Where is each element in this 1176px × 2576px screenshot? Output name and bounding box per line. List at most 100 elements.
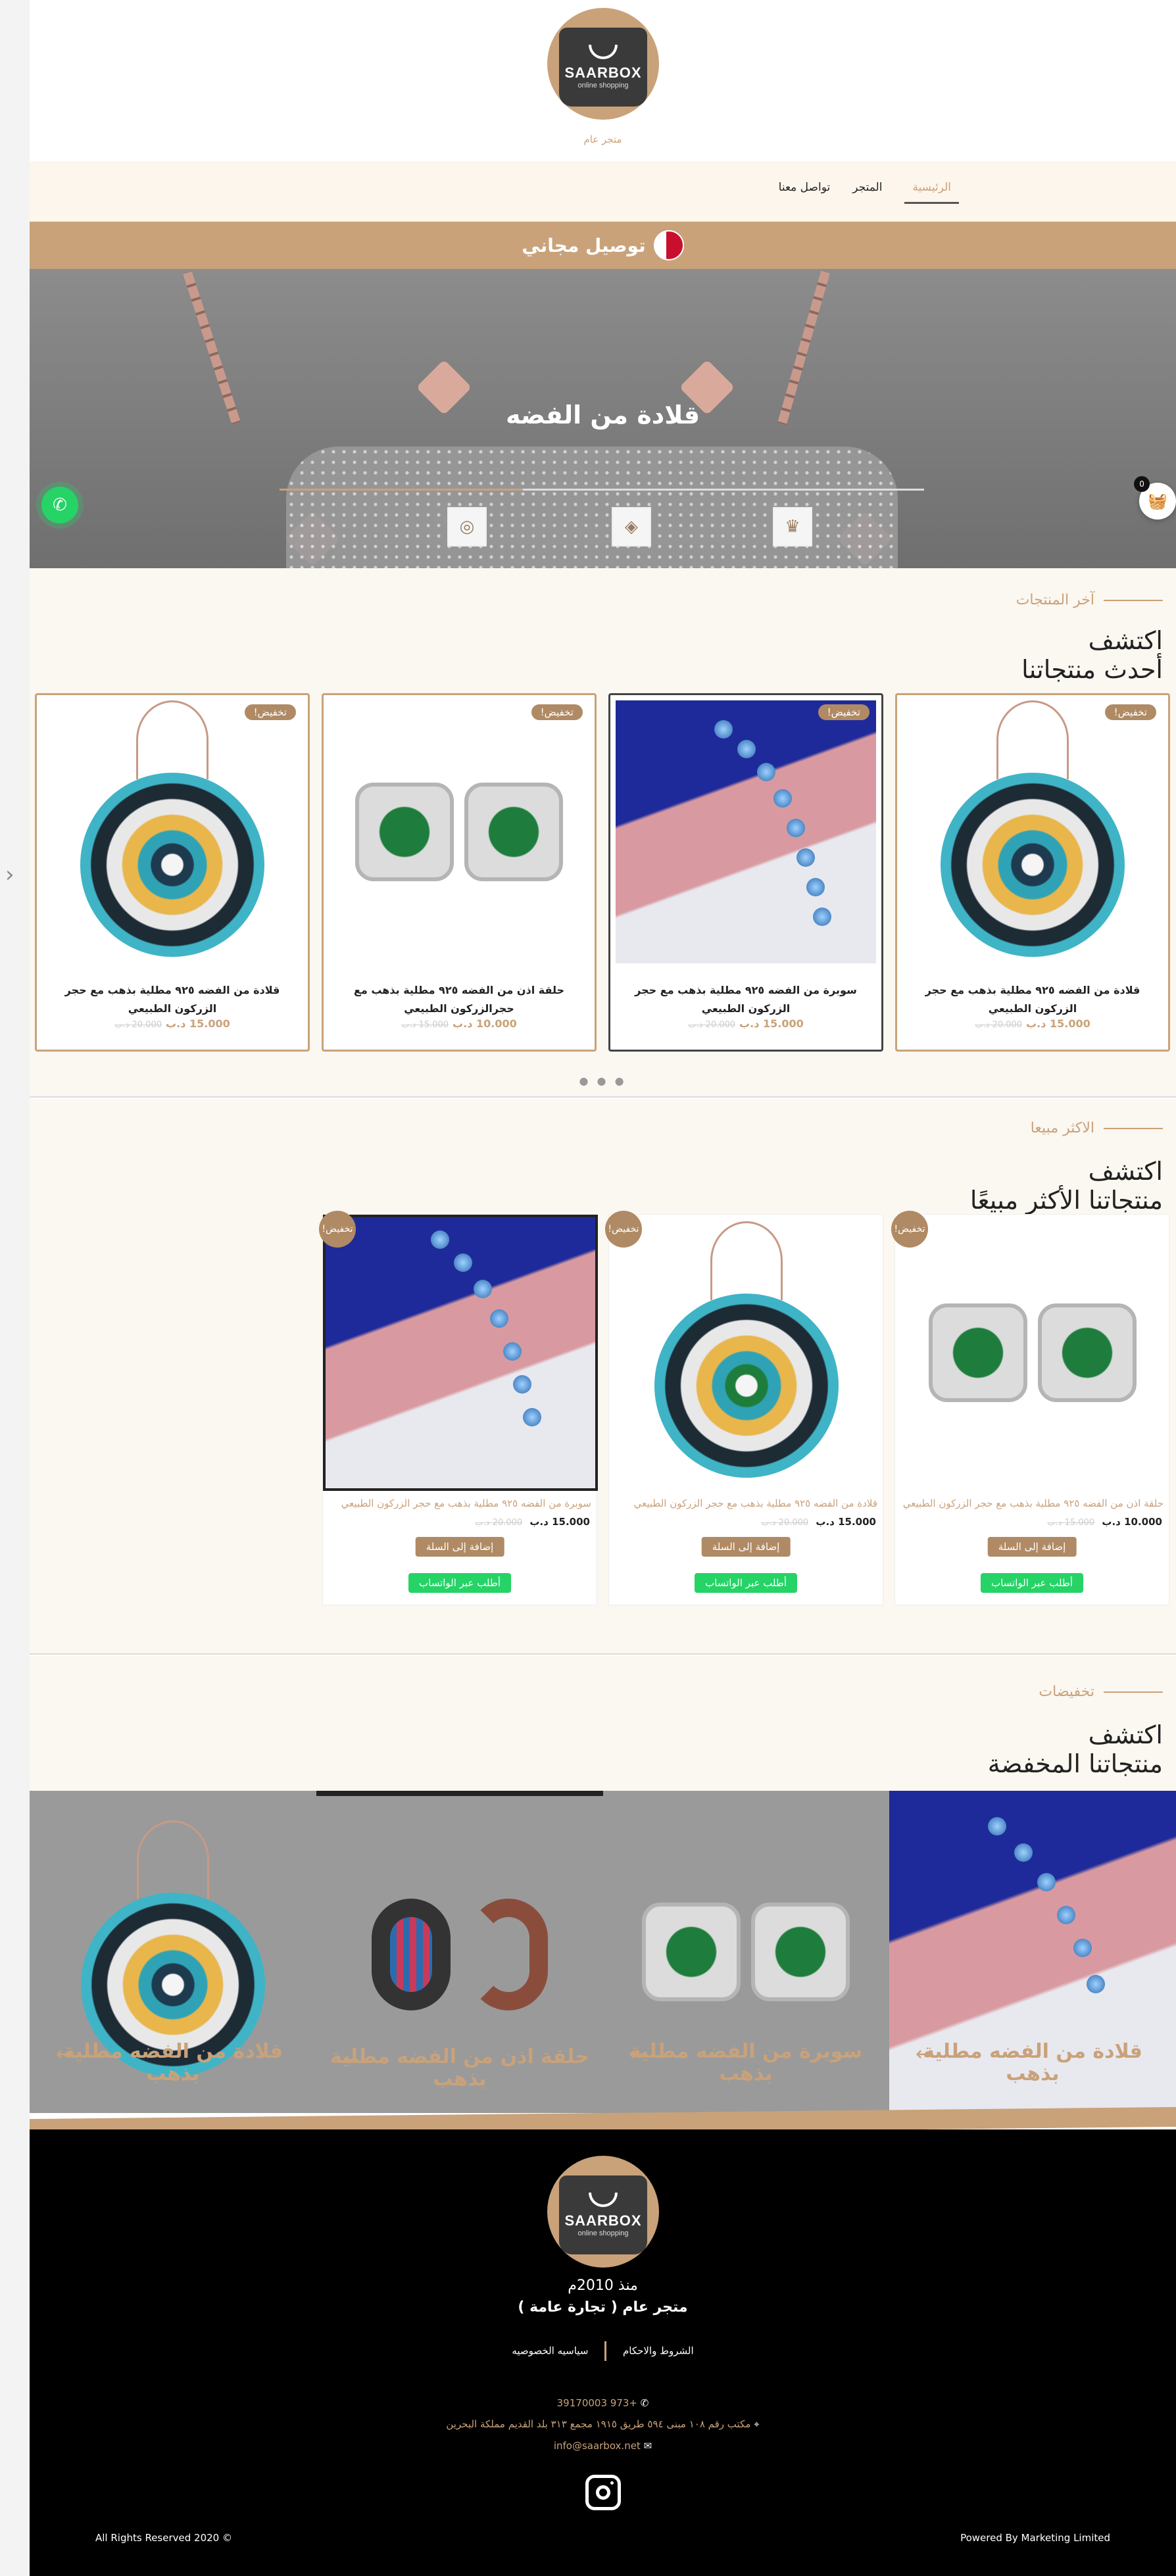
footer-logo[interactable]: SAARBOX online shopping bbox=[547, 2156, 659, 2268]
product-title[interactable]: قلادة من الفضه ٩٢٥ مطلية بذهب مع حجر الز… bbox=[904, 981, 1162, 1018]
bestseller-card[interactable]: تخفيض! حلقة اذن من الفضه ٩٢٥ مطلية بذهب … bbox=[891, 1211, 1170, 1605]
chain-image bbox=[996, 700, 1069, 779]
site-logo[interactable]: SAARBOX online shopping bbox=[547, 8, 659, 120]
product-image[interactable] bbox=[609, 1215, 884, 1491]
footer-phone[interactable]: +973 39170003 bbox=[557, 2397, 637, 2409]
eyebrow-line bbox=[1104, 599, 1163, 601]
nav-items: الرئيسية المتجر تواصل معنا bbox=[779, 181, 959, 204]
eyebrow-line bbox=[1104, 1127, 1163, 1129]
logo-name: SAARBOX bbox=[564, 64, 642, 81]
slide-thumb-3[interactable]: ♛ bbox=[773, 507, 812, 547]
sale-badge: تخفيض! bbox=[244, 704, 296, 720]
chain-image bbox=[136, 700, 208, 779]
product-image[interactable] bbox=[902, 700, 1163, 963]
arrow-left-icon[interactable]: ← bbox=[56, 2043, 72, 2066]
bracelet-image bbox=[616, 700, 876, 963]
nav-item-shop[interactable]: المتجر bbox=[852, 181, 882, 204]
bead bbox=[813, 908, 831, 926]
earring-image bbox=[355, 783, 454, 881]
hero-slider[interactable]: قلادة من الفضه ◎ ◈ ♛ bbox=[30, 269, 1176, 568]
product-card[interactable]: تخفيض! سوبرة من الفضه ٩٢٥ مطلية بذهب مع … bbox=[608, 693, 883, 1052]
latest-eyebrow: آخر المنتجات bbox=[1016, 592, 1163, 608]
tile-title[interactable]: قلادة من الفضه مطلية بذهب bbox=[43, 2041, 303, 2085]
eyebrow-text: آخر المنتجات bbox=[1016, 592, 1094, 608]
eyebrow-line bbox=[1104, 1691, 1163, 1693]
whatsapp-order-button[interactable]: أطلب عبر الواتساب bbox=[695, 1573, 797, 1593]
discount-tile[interactable]: قلادة من الفضه مطلية بذهب ← bbox=[30, 1791, 316, 2113]
product-image[interactable] bbox=[323, 1215, 598, 1491]
carousel-pager[interactable]: ● ● ● bbox=[30, 1075, 1176, 1087]
bead bbox=[1014, 1843, 1033, 1862]
discount-tile[interactable]: قلادة من الفضه مطلية بذهب ← bbox=[889, 1791, 1176, 2113]
price-current: 10.000 د.ب bbox=[1102, 1516, 1162, 1528]
product-title[interactable]: حلقة اذن من الفضه ٩٢٥ مطلية بذهب مع حجر … bbox=[900, 1497, 1164, 1509]
arrow-left-icon[interactable]: ← bbox=[343, 2048, 359, 2071]
latest-heading: اكتشف أحدث منتجاتنا bbox=[1021, 626, 1163, 684]
shopping-bag-icon: SAARBOX online shopping bbox=[559, 28, 647, 107]
bestseller-card[interactable]: تخفيض! سوبرة من الفضه ٩٢٥ مطلية بذهب مع … bbox=[319, 1211, 598, 1605]
heading-line-2: منتجاتنا الأكثر مبيعًا bbox=[969, 1186, 1163, 1215]
logo-tagline: online shopping bbox=[577, 2229, 629, 2237]
product-card[interactable]: تخفيض! قلادة من الفضه ٩٢٥ مطلية بذهب مع … bbox=[895, 693, 1170, 1052]
footer-powered-by[interactable]: Powered By Marketing Limited bbox=[960, 2532, 1110, 2544]
product-title[interactable]: سوبرة من الفضه ٩٢٥ مطلية بذهب مع حجر الز… bbox=[328, 1497, 591, 1509]
free-delivery-banner: توصيل مجاني bbox=[30, 222, 1176, 269]
earring-icon: ◈ bbox=[625, 517, 638, 537]
bead bbox=[474, 1280, 492, 1298]
tile-title[interactable]: سوبرة من الفضه مطلية بذهب bbox=[616, 2041, 876, 2085]
sale-badge: تخفيض! bbox=[1104, 704, 1156, 720]
bead bbox=[503, 1342, 522, 1361]
whatsapp-float-button[interactable]: ✆ bbox=[41, 487, 78, 523]
nav-item-contact[interactable]: تواصل معنا bbox=[779, 181, 831, 204]
arrow-left-icon[interactable]: ← bbox=[629, 2043, 645, 2066]
product-card[interactable]: تخفيض! حلقة اذن من الفضه ٩٢٥ مطلية بذهب … bbox=[322, 693, 597, 1052]
add-to-cart-button[interactable]: إضافة إلى السلة bbox=[701, 1537, 791, 1557]
price-old: 20.000 د.ب bbox=[688, 1020, 736, 1030]
footer-company: متجر عام ( تجارة عامة ) bbox=[518, 2299, 688, 2316]
tile-title[interactable]: حلقة اذن من الفضه مطلية بذهب bbox=[330, 2046, 590, 2091]
footer-email[interactable]: info@saarbox.net bbox=[554, 2440, 641, 2452]
bracelet-image bbox=[326, 1217, 595, 1488]
logo-tagline: online shopping bbox=[577, 82, 629, 89]
chain-image bbox=[710, 1221, 783, 1300]
price-current: 15.000 د.ب bbox=[816, 1516, 876, 1528]
product-image[interactable] bbox=[895, 1215, 1170, 1491]
discount-tile[interactable]: سوبرة من الفضه مطلية بذهب ← bbox=[602, 1791, 889, 2113]
bead bbox=[513, 1375, 531, 1394]
product-title[interactable]: قلادة من الفضه ٩٢٥ مطلية بذهب مع حجر الز… bbox=[43, 981, 301, 1018]
product-title[interactable]: حلقة اذن من الفضه ٩٢٥ مطلية بذهب مع حجرا… bbox=[330, 981, 588, 1018]
arrow-left-icon[interactable]: ← bbox=[916, 2043, 932, 2066]
sale-badge: تخفيض! bbox=[319, 1211, 356, 1248]
ring-icon: ♛ bbox=[785, 517, 800, 537]
privacy-link[interactable]: سياسيه الخصوصيه bbox=[512, 2345, 588, 2357]
product-title[interactable]: سوبرة من الفضه ٩٢٥ مطلية بذهب مع حجر الز… bbox=[617, 981, 875, 1018]
discount-tile[interactable]: حلقة اذن من الفضه مطلية بذهب ← bbox=[316, 1791, 603, 2113]
price-current: 15.000 د.ب bbox=[529, 1516, 590, 1528]
product-price: 15.000 د.ب 20.000 د.ب bbox=[761, 1516, 876, 1528]
slider-prev-arrow-icon[interactable]: ‹ bbox=[5, 862, 14, 888]
heading-line-2: منتجاتنا المخفضة bbox=[987, 1749, 1163, 1778]
discounts-section: تخفيضات اكتشف منتجاتنا المخفضة bbox=[30, 1656, 1176, 1791]
sale-badge: تخفيض! bbox=[891, 1211, 928, 1248]
product-image[interactable] bbox=[616, 700, 876, 963]
bead bbox=[1037, 1873, 1056, 1891]
add-to-cart-button[interactable]: إضافة إلى السلة bbox=[415, 1537, 504, 1557]
phone-icon: ✆ bbox=[640, 2397, 649, 2409]
product-title[interactable]: قلادة من الفضه ٩٢٥ مطلية بذهب مع حجر الز… bbox=[614, 1497, 877, 1509]
slide-thumb-2[interactable]: ◈ bbox=[612, 507, 651, 547]
whatsapp-order-button[interactable]: أطلب عبر الواتساب bbox=[408, 1573, 511, 1593]
add-to-cart-button[interactable]: إضافة إلى السلة bbox=[987, 1537, 1077, 1557]
price-old: 20.000 د.ب bbox=[975, 1020, 1023, 1030]
product-image[interactable] bbox=[42, 700, 303, 963]
price-old: 15.000 د.ب bbox=[1047, 1518, 1095, 1528]
instagram-icon[interactable] bbox=[585, 2475, 621, 2510]
product-image[interactable] bbox=[329, 700, 589, 963]
bestseller-card[interactable]: تخفيض! قلادة من الفضه ٩٢٥ مطلية بذهب مع … bbox=[605, 1211, 884, 1605]
terms-link[interactable]: الشروط والاحكام bbox=[623, 2345, 694, 2357]
nav-item-home[interactable]: الرئيسية bbox=[904, 181, 959, 204]
bestsellers-section: الاكثر مبيعا اكتشف منتجاتنا الأكثر مبيعً… bbox=[30, 1099, 1176, 1655]
tile-title[interactable]: قلادة من الفضه مطلية بذهب bbox=[902, 2041, 1163, 2085]
slide-thumb-1[interactable]: ◎ bbox=[447, 507, 487, 547]
product-card[interactable]: تخفيض! قلادة من الفضه ٩٢٥ مطلية بذهب مع … bbox=[35, 693, 310, 1052]
whatsapp-order-button[interactable]: أطلب عبر الواتساب bbox=[981, 1573, 1083, 1593]
